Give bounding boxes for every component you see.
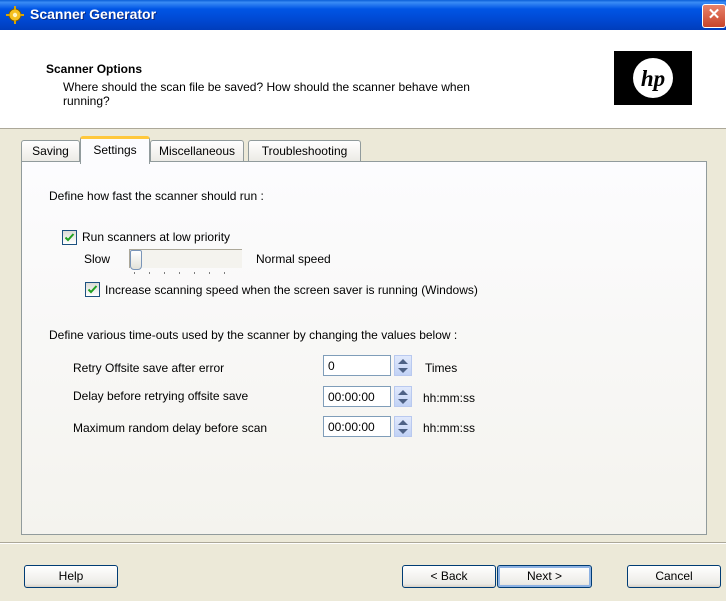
next-button[interactable]: Next >	[497, 565, 592, 588]
screensaver-checkbox[interactable]	[85, 282, 100, 297]
checkmark-icon	[64, 233, 75, 242]
title-bar[interactable]: Scanner Generator ✕	[0, 0, 726, 30]
random-delay-unit: hh:mm:ss	[423, 421, 476, 435]
footer-divider	[0, 542, 726, 544]
help-button[interactable]: Help	[24, 565, 118, 588]
random-delay-label: Maximum random delay before scan	[73, 421, 268, 435]
back-button[interactable]: < Back	[402, 565, 496, 588]
slider-ticks	[134, 272, 239, 274]
svg-text:®: ®	[687, 54, 692, 61]
settings-panel: Define how fast the scanner should run :…	[21, 161, 707, 535]
speed-heading: Define how fast the scanner should run :	[49, 189, 264, 203]
close-button[interactable]: ✕	[702, 4, 726, 28]
slider-max-label: Normal speed	[256, 252, 331, 266]
tab-saving[interactable]: Saving	[21, 140, 80, 161]
tab-troubleshooting[interactable]: Troubleshooting	[248, 140, 361, 161]
spin-down-icon[interactable]	[398, 399, 408, 404]
spin-up-icon[interactable]	[398, 420, 408, 425]
tab-settings[interactable]: Settings	[80, 136, 150, 164]
scanner-app-icon	[6, 6, 24, 24]
retry-delay-input[interactable]: 00:00:00	[323, 386, 391, 407]
page-title: Scanner Options	[46, 62, 143, 76]
retry-delay-spinner[interactable]	[394, 386, 412, 407]
speed-slider[interactable]	[129, 249, 242, 270]
screensaver-label[interactable]: Increase scanning speed when the screen …	[105, 283, 478, 297]
timeouts-heading: Define various time-outs used by the sca…	[49, 328, 458, 342]
retry-offsite-unit: Times	[425, 361, 458, 375]
page-description: Where should the scan file be saved? How…	[63, 80, 470, 108]
close-icon: ✕	[707, 6, 721, 23]
spin-up-icon[interactable]	[398, 390, 408, 395]
spin-down-icon[interactable]	[398, 368, 408, 373]
window-title: Scanner Generator	[30, 6, 157, 22]
spin-up-icon[interactable]	[398, 359, 408, 364]
retry-offsite-spinner[interactable]	[394, 355, 412, 376]
scanner-generator-window: Scanner Generator ✕ Scanner Options Wher…	[0, 0, 726, 601]
low-priority-checkbox[interactable]	[62, 230, 77, 245]
retry-delay-unit: hh:mm:ss	[423, 391, 476, 405]
random-delay-spinner[interactable]	[394, 416, 412, 437]
random-delay-input[interactable]: 00:00:00	[323, 416, 391, 437]
checkmark-icon	[87, 285, 98, 294]
cancel-button[interactable]: Cancel	[627, 565, 721, 588]
retry-offsite-input[interactable]: 0	[323, 355, 391, 376]
spin-down-icon[interactable]	[398, 429, 408, 434]
hp-logo-icon: hp ®	[614, 51, 692, 105]
slider-min-label: Slow	[84, 252, 111, 266]
low-priority-label[interactable]: Run scanners at low priority	[82, 230, 230, 244]
tab-miscellaneous[interactable]: Miscellaneous	[150, 140, 244, 161]
speed-slider-thumb[interactable]	[130, 250, 142, 270]
hp-logo-text: hp	[641, 66, 665, 91]
retry-offsite-label: Retry Offsite save after error	[73, 361, 225, 375]
retry-delay-label: Delay before retrying offsite save	[73, 389, 249, 403]
